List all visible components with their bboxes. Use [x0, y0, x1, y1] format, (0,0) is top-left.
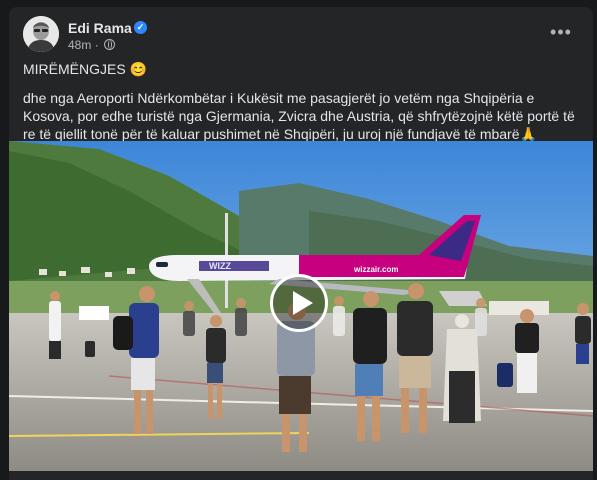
post-body: dhe nga Aeroporti Ndërkombëtar i Kukësit…: [23, 90, 575, 142]
author-avatar[interactable]: [23, 16, 59, 52]
pray-emoji-icon: 🙏: [519, 126, 537, 142]
smile-emoji-icon: 😊: [129, 61, 148, 77]
post-card: Edi Rama ✓ 48m · ••• MIRËMËNGJES 😊 dhe n…: [9, 7, 593, 480]
post-greeting: MIRËMËNGJES 😊: [23, 61, 148, 77]
author-name[interactable]: Edi Rama: [68, 20, 132, 36]
globe-icon[interactable]: [104, 39, 116, 50]
post-text: MIRËMËNGJES 😊 dhe nga Aeroporti Ndërkomb…: [23, 60, 579, 154]
post-video[interactable]: wizzair.com WIZZ: [9, 141, 593, 471]
more-options-icon[interactable]: •••: [547, 20, 575, 48]
livery-brand: WIZZ: [209, 261, 231, 271]
meta-separator: ·: [94, 38, 103, 52]
verified-badge-icon: ✓: [134, 21, 147, 34]
avatar-portrait: [23, 16, 59, 52]
post-time[interactable]: 48m: [68, 38, 91, 52]
post-header: Edi Rama ✓ 48m · •••: [23, 16, 579, 56]
post-meta: 48m ·: [68, 38, 116, 52]
play-icon[interactable]: [270, 274, 328, 332]
livery-text: wizzair.com: [353, 265, 398, 274]
